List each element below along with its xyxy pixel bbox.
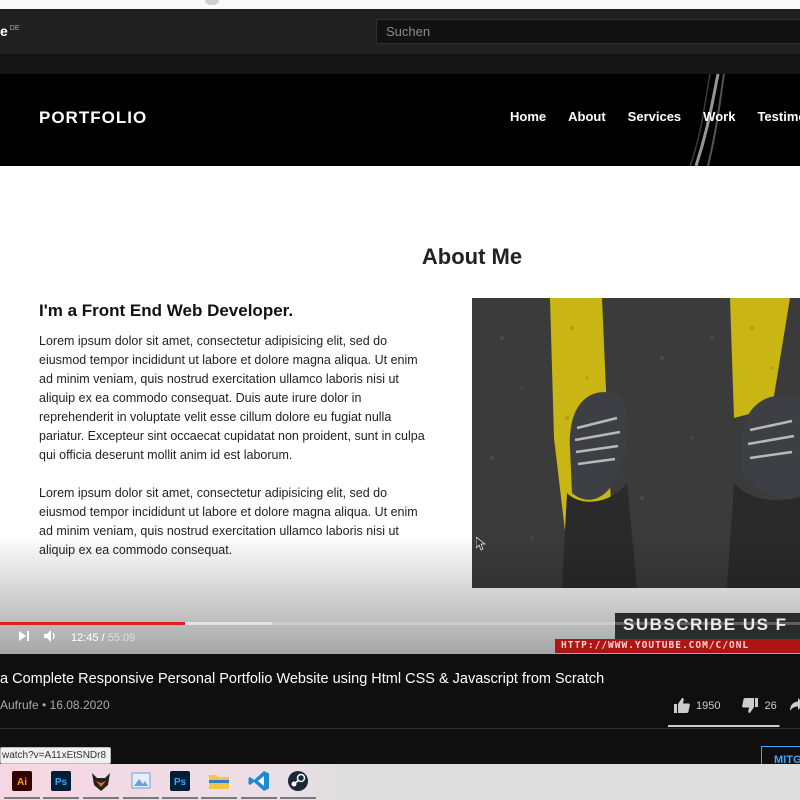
share-icon[interactable] (790, 698, 800, 712)
taskbar-file-explorer-icon[interactable] (207, 769, 231, 793)
taskbar-running-indicator (83, 797, 119, 799)
nav-testimonials: Testimo (757, 109, 800, 124)
logo-region: DE (9, 25, 20, 33)
video-top-band (0, 54, 800, 74)
portfolio-nav-links: Home About Services Work Testimo (510, 109, 800, 124)
progress-bar[interactable] (0, 622, 800, 625)
nav-home: Home (510, 109, 547, 124)
taskbar-fox-app-icon[interactable] (89, 769, 113, 793)
taskbar-image-viewer-icon[interactable] (129, 769, 153, 793)
like-count: 1950 (696, 699, 721, 712)
about-paragraph-1: Lorem ipsum dolor sit amet, consectetur … (39, 334, 425, 462)
nav-services: Services (627, 109, 682, 124)
thumbs-down-icon[interactable] (742, 698, 759, 713)
upload-date: 16.08.2020 (49, 698, 110, 712)
about-subtitle: I'm a Front End Web Developer. (39, 301, 294, 320)
portfolio-navbar: PORTFOLIO Home About Services Work Testi… (0, 74, 800, 166)
next-icon[interactable] (18, 630, 30, 642)
taskbar-illustrator-icon[interactable]: Ai (10, 769, 34, 793)
subscribe-banner: SUBSCRIBE US F (615, 613, 800, 639)
screen: e DE Suchen PORTFOLIO Home About Services… (0, 0, 800, 800)
taskbar-vscode-icon[interactable] (247, 769, 271, 793)
search-input[interactable]: Suchen (376, 19, 800, 44)
taskbar-running-indicator (201, 797, 237, 799)
progress-played (0, 622, 185, 625)
duration: 55:09 (107, 632, 136, 644)
like-dislike-group: 1950 26 (674, 698, 799, 713)
like-ratio-bar (668, 725, 780, 727)
taskbar-photoshop-icon[interactable]: Ps (49, 769, 73, 793)
taskbar-running-indicator (241, 797, 277, 799)
dislike-count: 26 (764, 699, 777, 712)
portfolio-brand: PORTFOLIO (39, 108, 148, 127)
taskbar-running-indicator (280, 797, 316, 799)
current-time: 12:45 (71, 632, 99, 644)
status-url-tooltip: watch?v=A11xEtSNDr8 (0, 747, 112, 764)
logo-text: e (0, 23, 8, 39)
taskbar-running-indicator (162, 797, 198, 799)
search-placeholder: Suchen (386, 24, 431, 39)
video-player[interactable]: PORTFOLIO Home About Services Work Testi… (0, 54, 800, 654)
video-title: a Complete Responsive Personal Portfolio… (0, 671, 605, 687)
views-label: Aufrufe (0, 698, 39, 712)
volume-icon[interactable] (44, 630, 58, 642)
time-display: 12:45 / 55:09 (71, 632, 136, 644)
taskbar-steam-icon[interactable] (286, 769, 310, 793)
taskbar: Ai Ps Ps (0, 764, 800, 800)
taskbar-running-indicator (4, 797, 40, 799)
channel-url-banner: HTTP://WWW.YOUTUBE.COM/C/ONL (555, 639, 800, 653)
taskbar-illustrator-label: Ai (17, 777, 27, 788)
youtube-logo[interactable]: e DE (0, 23, 20, 39)
browser-top-strip (0, 0, 800, 9)
tab-nub (205, 0, 219, 5)
thumbs-up-icon[interactable] (674, 698, 690, 713)
taskbar-photoshop-label: Ps (55, 777, 68, 788)
like-ratio-fill (668, 725, 779, 727)
youtube-header: e DE Suchen (0, 9, 800, 54)
taskbar-running-indicator (123, 797, 159, 799)
taskbar-running-indicator (43, 797, 79, 799)
nav-about: About (568, 109, 606, 124)
video-meta: Aufrufe • 16.08.2020 (0, 698, 110, 712)
section-divider (0, 728, 800, 729)
taskbar-photoshop-2-icon[interactable]: Ps (168, 769, 192, 793)
taskbar-photoshop-2-label: Ps (174, 777, 187, 788)
nav-work: Work (703, 109, 736, 124)
about-heading: About Me (421, 244, 523, 269)
